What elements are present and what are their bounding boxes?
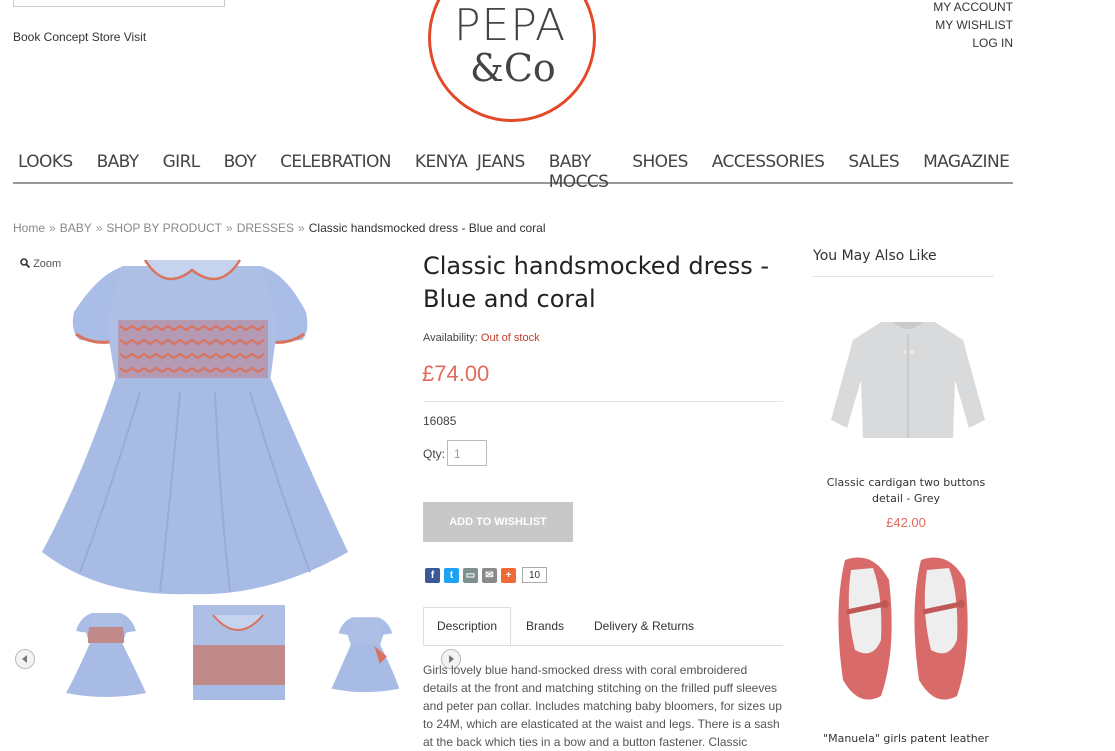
logo-text-co: &Co [470,46,556,90]
facebook-icon[interactable]: f [425,567,440,583]
related-heading: You May Also Like [813,248,937,264]
twitter-icon[interactable]: t [444,567,459,583]
nav-item-baby[interactable]: BABY [97,152,140,182]
related-product-name[interactable]: Classic cardigan two buttons detail - Gr… [813,475,999,507]
product-title: Classic handsmocked dress - Blue and cor… [423,252,770,313]
related-product-image[interactable] [823,550,993,710]
search-input[interactable] [13,0,225,7]
divider [423,401,783,402]
availability-status: Out of stock [480,332,540,344]
my-account-link[interactable]: MY ACCOUNT [933,0,1013,16]
nav-item-kenya-jeans[interactable]: KENYA JEANS [415,152,525,182]
nav-item-looks[interactable]: LOOKS [18,152,73,182]
email-icon[interactable]: ✉ [482,567,497,583]
related-product-price: £42.00 [886,515,926,530]
breadcrumb-separator: » [95,221,103,235]
product-price: £74.00 [422,361,490,386]
login-link[interactable]: LOG IN [933,34,1013,52]
qty-input[interactable]: 1 [447,440,487,466]
breadcrumb-shop-by-product[interactable]: SHOP BY PRODUCT [106,221,222,235]
search-icon [20,258,31,269]
my-wishlist-link[interactable]: MY WISHLIST [933,16,1013,34]
nav-item-girl[interactable]: GIRL [163,152,201,182]
product-tabs: Description Brands Delivery & Returns [423,607,783,646]
availability-label: Availability: [423,332,478,344]
account-links: MY ACCOUNT MY WISHLIST LOG IN [933,0,1013,52]
product-sku: 16085 [423,414,457,428]
logo-text-pepa: PEPA [454,0,567,51]
related-product-name[interactable]: "Manuela" girls patent leather [813,731,999,747]
add-to-wishlist-button[interactable]: ADD TO WISHLIST [423,502,573,542]
nav-item-celebration[interactable]: CELEBRATION [280,152,391,182]
qty-label: Qty: [423,447,446,461]
gallery-prev-button[interactable] [15,649,35,669]
product-description: Girls lovely blue hand-smocked dress wit… [423,663,782,749]
product-thumbnail[interactable] [60,605,152,700]
product-thumbnail[interactable] [328,605,410,700]
breadcrumb-dresses[interactable]: DRESSES [237,221,294,235]
breadcrumb-separator: » [298,221,305,235]
breadcrumb: Home» BABY» SHOP BY PRODUCT» DRESSES» Classi… [13,221,546,235]
tab-description[interactable]: Description [423,607,511,645]
plus-icon[interactable]: + [501,567,516,583]
nav-item-shoes[interactable]: SHOES [632,152,688,182]
nav-item-sales[interactable]: SALES [848,152,899,182]
breadcrumb-baby[interactable]: BABY [60,221,92,235]
tab-brands[interactable]: Brands [515,607,575,645]
nav-item-boy[interactable]: BOY [224,152,257,182]
share-bar: f t ▭ ✉ + 10 [425,567,548,583]
product-main-image[interactable] [40,252,350,597]
breadcrumb-current: Classic handsmocked dress - Blue and cor… [308,221,546,235]
arrow-left-icon [22,655,27,663]
nav-item-accessories[interactable]: ACCESSORIES [712,152,825,182]
related-product-image[interactable] [823,300,993,450]
main-nav: LOOKS BABY GIRL BOY CELEBRATION KENYA JE… [13,152,1013,192]
store-visit-link[interactable]: Book Concept Store Visit [13,30,146,44]
nav-item-baby-moccs[interactable]: BABY MOCCS [549,152,609,192]
nav-item-magazine[interactable]: MAGAZINE [923,152,1010,182]
print-icon[interactable]: ▭ [463,567,478,583]
tab-delivery-returns[interactable]: Delivery & Returns [583,607,705,645]
breadcrumb-home[interactable]: Home [13,221,45,235]
breadcrumb-separator: » [49,221,56,235]
share-count: 10 [522,567,548,583]
availability: Availability: Out of stock [423,332,540,344]
divider [813,276,994,277]
breadcrumb-separator: » [226,221,233,235]
product-thumbnail[interactable] [193,605,285,700]
